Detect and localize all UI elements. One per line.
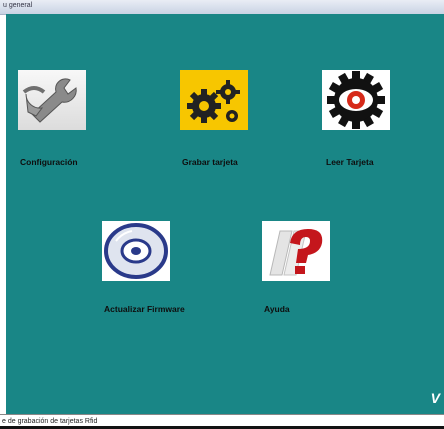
status-text: e de grabación de tarjetas Rfid — [2, 418, 98, 425]
cd-disc-icon — [102, 221, 170, 281]
grabar-tarjeta-button[interactable] — [180, 70, 248, 130]
configuracion-button[interactable] — [18, 70, 86, 130]
title-bar: u general — [0, 0, 444, 15]
gears-icon — [180, 70, 248, 130]
question-mark-icon — [262, 221, 330, 281]
actualizar-firmware-button[interactable] — [102, 221, 170, 281]
leer-tarjeta-label[interactable]: Leer Tarjeta — [326, 157, 374, 167]
leer-tarjeta-button[interactable] — [322, 70, 390, 130]
grabar-tarjeta-label[interactable]: Grabar tarjeta — [182, 157, 238, 167]
wrench-icon — [18, 70, 86, 130]
eye-gear-icon — [322, 70, 390, 130]
status-bar: e de grabación de tarjetas Rfid — [0, 414, 444, 429]
main-panel: Configuración Grabar tarjeta Leer Tarjet… — [6, 14, 444, 414]
ayuda-label[interactable]: Ayuda — [264, 304, 290, 314]
ayuda-button[interactable] — [262, 221, 330, 281]
corner-text: V — [430, 390, 440, 406]
configuracion-label[interactable]: Configuración — [20, 157, 78, 167]
actualizar-firmware-label[interactable]: Actualizar Firmware — [104, 304, 185, 314]
window-title: u general — [3, 2, 33, 9]
